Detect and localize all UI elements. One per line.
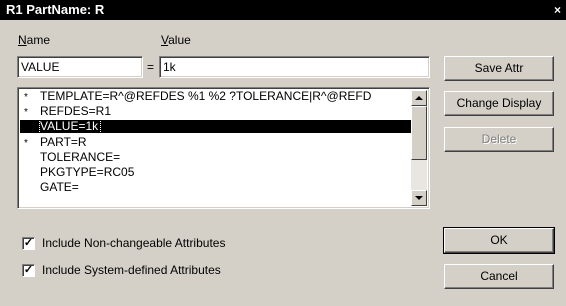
- scroll-down-button[interactable]: [411, 190, 427, 206]
- list-item[interactable]: GATE=: [20, 181, 413, 194]
- save-attr-button[interactable]: Save Attr: [444, 56, 554, 81]
- scroll-up-button[interactable]: [411, 90, 427, 106]
- delete-button[interactable]: Delete: [444, 127, 554, 152]
- ok-button[interactable]: OK: [443, 227, 555, 254]
- list-item-text: TEMPLATE=R^@REFDES %1 %2 ?TOLERANCE|R^@R…: [40, 90, 372, 103]
- list-item-text: PART=R: [40, 136, 87, 149]
- nonchangeable-label[interactable]: Include Non-changeable Attributes: [42, 236, 225, 250]
- list-item[interactable]: PKGTYPE=RC05: [20, 166, 413, 179]
- name-input[interactable]: VALUE: [17, 56, 143, 78]
- changeable-marker: *: [24, 138, 28, 149]
- change-display-button[interactable]: Change Display: [444, 91, 554, 116]
- list-item[interactable]: * PART=R: [20, 136, 413, 149]
- checkmark-icon: ✓: [23, 237, 34, 249]
- attribute-list[interactable]: * TEMPLATE=R^@REFDES %1 %2 ?TOLERANCE|R^…: [17, 87, 430, 209]
- ok-label: OK: [490, 233, 508, 247]
- value-label: Value: [161, 33, 191, 47]
- scroll-thumb[interactable]: [411, 106, 427, 160]
- equals-sign: =: [147, 60, 155, 74]
- list-item-selected[interactable]: VALUE=1k: [20, 120, 413, 133]
- system-defined-label[interactable]: Include System-defined Attributes: [42, 263, 221, 277]
- close-icon[interactable]: ×: [554, 0, 561, 20]
- up-arrow-icon: [415, 96, 423, 100]
- delete-label: Delete: [481, 132, 517, 146]
- down-arrow-icon: [415, 196, 423, 200]
- save-attr-label: Save Attr: [474, 61, 524, 75]
- list-item-text: TOLERANCE=: [40, 151, 121, 164]
- list-item-text: GATE=: [40, 181, 79, 194]
- title-bar: R1 PartName: R ×: [0, 0, 566, 20]
- list-item[interactable]: TOLERANCE=: [20, 151, 413, 164]
- name-label: Name: [18, 33, 51, 47]
- edit-attributes-dialog: R1 PartName: R × Name Value VALUE = 1k *…: [0, 0, 566, 306]
- checkmark-icon: ✓: [23, 264, 34, 276]
- cancel-button[interactable]: Cancel: [444, 264, 554, 289]
- changeable-marker: *: [24, 107, 28, 118]
- list-item[interactable]: * TEMPLATE=R^@REFDES %1 %2 ?TOLERANCE|R^…: [20, 90, 413, 103]
- cancel-label: Cancel: [480, 269, 518, 283]
- list-item[interactable]: * REFDES=R1: [20, 105, 413, 118]
- nonchangeable-checkbox[interactable]: ✓: [22, 237, 35, 250]
- changeable-marker: *: [24, 92, 28, 103]
- list-item-text: PKGTYPE=RC05: [40, 166, 135, 179]
- vertical-scrollbar[interactable]: [411, 90, 427, 206]
- system-defined-checkbox[interactable]: ✓: [22, 264, 35, 277]
- dialog-title: R1 PartName: R: [6, 2, 105, 17]
- list-item-text: VALUE=1k: [38, 120, 102, 133]
- value-input[interactable]: 1k: [159, 56, 430, 78]
- change-display-label: Change Display: [456, 96, 542, 110]
- list-item-text: REFDES=R1: [40, 105, 112, 118]
